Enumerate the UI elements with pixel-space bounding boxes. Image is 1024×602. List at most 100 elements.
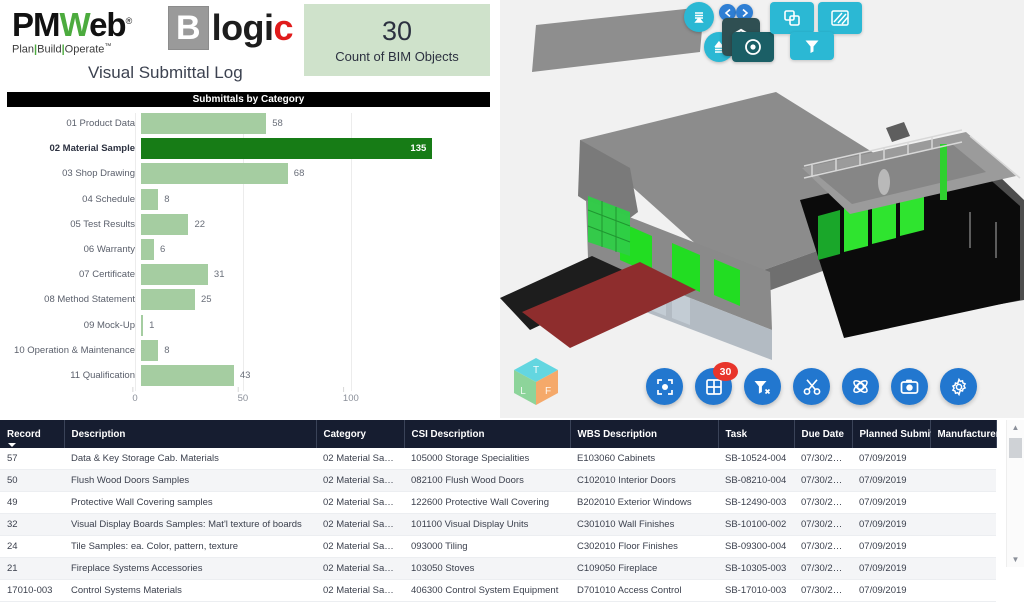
chart-bar[interactable]: [141, 264, 208, 286]
scrollbar-thumb[interactable]: [1009, 438, 1022, 458]
table-header-csi_description[interactable]: CSI Description: [404, 420, 571, 448]
table-header-wbs_description[interactable]: WBS Description: [570, 420, 719, 448]
bim-3d-viewer[interactable]: T L F 30: [500, 0, 1024, 418]
chart-bar-row[interactable]: 08 Method Statement 25: [7, 289, 490, 311]
blogic-wordmark: logic: [212, 9, 294, 47]
chart-bar-value: 25: [200, 294, 212, 306]
settings-button[interactable]: [940, 368, 977, 405]
table-row[interactable]: 49 Protective Wall Covering samples 02 Mat…: [0, 491, 996, 514]
chart-bar[interactable]: [141, 365, 234, 386]
chart-bar-row[interactable]: 04 Schedule 8: [7, 188, 490, 210]
chart-bar-row[interactable]: 02 Material Sample 135: [7, 138, 490, 160]
kpi-value: 30: [381, 16, 413, 46]
table-cell-task: SB-10305-003: [718, 557, 794, 580]
copy-icon: [770, 2, 814, 34]
table-cell-task: SB-10524-004: [718, 448, 794, 470]
chart-bar-value: 43: [239, 370, 251, 381]
table-cell-wbs_description: B202010 Exterior Windows: [570, 491, 718, 514]
chart-bar[interactable]: [141, 188, 159, 210]
move-down-button[interactable]: [684, 2, 714, 32]
chart-bar-row[interactable]: 07 Certificate 31: [7, 264, 490, 286]
table-cell-due_date: 07/30/2019: [794, 491, 852, 514]
bim-building-model[interactable]: [500, 0, 1024, 418]
table-header-planned_submit[interactable]: Planned Submit: [852, 420, 934, 448]
chart-bar[interactable]: [141, 213, 189, 235]
table-row[interactable]: 24 Tile Samples: ea. Color, pattern, text…: [0, 535, 996, 558]
table-cell-record: 24: [0, 535, 64, 558]
blogic-rest-text: logi: [211, 7, 274, 48]
table-cell-due_date: 07/30/2019: [794, 513, 852, 536]
table-cell-csi_description: 103050 Stoves: [404, 557, 570, 580]
table-cell-planned_submit: 07/09/2019: [852, 469, 930, 492]
view-cube[interactable]: T L F: [508, 354, 564, 410]
target-center-button[interactable]: [732, 32, 774, 62]
chart-bar-row[interactable]: 06 Warranty 6: [7, 239, 490, 260]
submittals-by-category-chart: Submittals by Category 01 Product Data 58…: [7, 92, 490, 414]
table-scrollbar[interactable]: ▲ ▼: [1006, 420, 1024, 567]
chart-bar-value: 8: [164, 344, 170, 356]
table-cell-wbs_description: E103060 Cabinets: [570, 448, 718, 470]
table-row[interactable]: 50 Flush Wood Doors Samples 02 Material Sa…: [0, 469, 996, 492]
kpi-label: Count of BIM Objects: [335, 49, 459, 64]
object-grid-button[interactable]: 30: [695, 362, 738, 405]
table-header-description[interactable]: Description: [64, 420, 317, 448]
chart-bar-row[interactable]: 03 Shop Drawing 68: [7, 163, 490, 185]
table-cell-description: Visual Display Boards Samples: Mat'l tex…: [64, 513, 316, 536]
table-cell-record: 50: [0, 469, 64, 492]
chart-bar[interactable]: [141, 138, 433, 160]
table-header-task[interactable]: Task: [718, 420, 795, 448]
table-cell-csi_description: 122600 Protective Wall Covering: [404, 491, 570, 514]
chart-bar[interactable]: [141, 113, 267, 134]
orbit-icon: [853, 379, 868, 394]
scroll-up-arrow-icon[interactable]: ▲: [1007, 420, 1024, 435]
chart-bar[interactable]: [141, 314, 144, 336]
chart-bar-row[interactable]: 05 Test Results 22: [7, 213, 490, 235]
section-cut-button[interactable]: [793, 368, 830, 405]
table-row[interactable]: 32 Visual Display Boards Samples: Mat'l t…: [0, 513, 996, 536]
table-row[interactable]: 57 Data & Key Storage Cab. Materials 02 Ma…: [0, 448, 996, 470]
chart-category-label: 11 Qualification: [70, 370, 135, 381]
table-cell-manufacturer: [930, 513, 996, 536]
table-cell-planned_submit: 07/09/2019: [852, 491, 930, 514]
chart-bar-row[interactable]: 09 Mock-Up 1: [7, 314, 490, 336]
table-header-category[interactable]: Category: [316, 420, 405, 448]
funnel-filter-button[interactable]: [790, 32, 834, 60]
table-cell-category: 02 Material Sample: [316, 579, 404, 602]
header-logo-row: PMWeb® Plan|Build|Operate™ Blogic Visual…: [0, 0, 500, 92]
table-cell-description: Fireplace Systems Accessories: [64, 557, 316, 580]
table-row[interactable]: 17010-003 Control Systems Materials 02 Mat…: [0, 579, 996, 602]
hatch-pattern-button[interactable]: [818, 2, 862, 34]
table-cell-wbs_description: C102010 Interior Doors: [570, 469, 718, 492]
kpi-card-bim-objects[interactable]: 30 Count of BIM Objects: [304, 4, 490, 76]
chart-category-label: 09 Mock-Up: [83, 319, 135, 331]
snapshot-button[interactable]: [891, 368, 928, 405]
table-cell-manufacturer: [930, 557, 996, 580]
chart-bar-row[interactable]: 01 Product Data 58: [7, 113, 490, 134]
chart-bar[interactable]: [141, 163, 288, 185]
chart-bar[interactable]: [141, 239, 154, 260]
chart-bar-row[interactable]: 10 Operation & Maintenance 8: [7, 339, 490, 361]
view-cube-front-label: F: [545, 386, 551, 397]
table-row[interactable]: 21 Fireplace Systems Accessories 02 Materi…: [0, 557, 996, 580]
chart-bar-row[interactable]: 11 Qualification 43: [7, 365, 490, 386]
chart-bar[interactable]: [141, 289, 195, 311]
table-cell-description: Flush Wood Doors Samples: [64, 469, 316, 492]
table-cell-task: SB-12490-003: [718, 491, 794, 514]
copy-views-button[interactable]: [770, 2, 814, 34]
clear-filter-button[interactable]: [744, 368, 781, 405]
chart-bar-value: 22: [194, 218, 206, 230]
table-cell-manufacturer: [930, 448, 996, 470]
view-cube-left-label: L: [520, 386, 526, 397]
table-cell-planned_submit: 07/09/2019: [852, 535, 930, 558]
chart-bar[interactable]: [141, 339, 159, 361]
table-header-manufacturer[interactable]: Manufacturer: [930, 420, 1000, 448]
fit-to-view-button[interactable]: [646, 368, 683, 405]
table-cell-task: SB-09300-004: [718, 535, 794, 558]
table-cell-category: 02 Material Sample: [316, 469, 404, 492]
chart-bar-value: 31: [213, 269, 225, 281]
scroll-down-arrow-icon[interactable]: ▼: [1007, 552, 1024, 567]
table-header-record[interactable]: Record: [0, 420, 65, 448]
page-title: Visual Submittal Log: [88, 63, 243, 82]
orbit-button[interactable]: [842, 368, 879, 405]
table-header-due_date[interactable]: Due Date: [794, 420, 853, 448]
